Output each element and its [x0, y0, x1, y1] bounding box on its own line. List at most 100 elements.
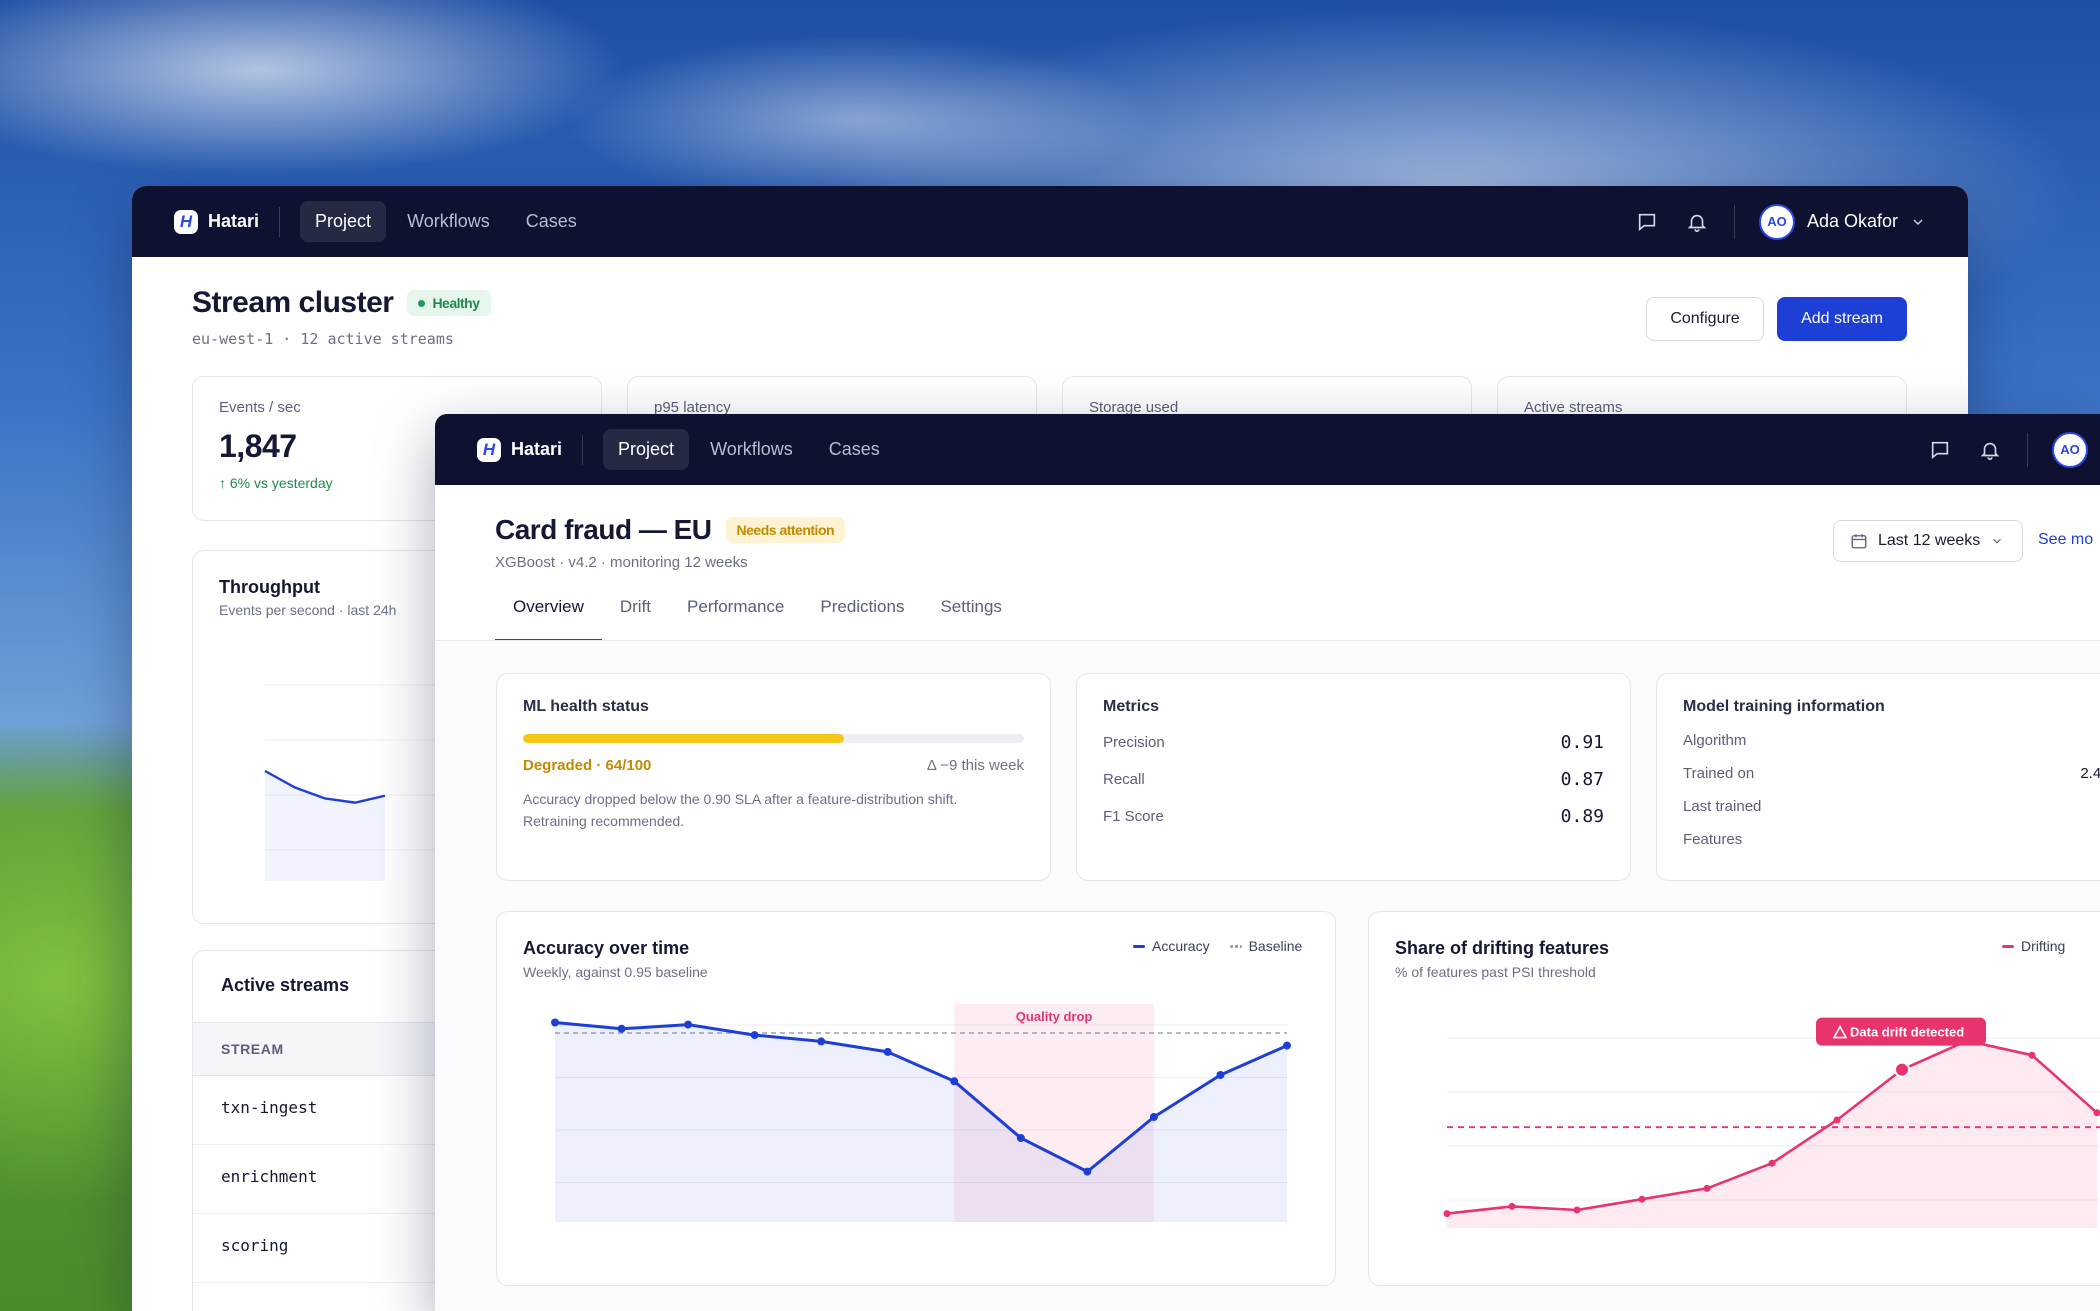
add-stream-button[interactable]: Add stream	[1777, 297, 1907, 341]
tab-settings[interactable]: Settings	[922, 597, 1019, 642]
nav-divider	[279, 206, 281, 237]
drift-chart-card: Share of drifting features % of features…	[1368, 911, 2100, 1286]
accuracy-legend: Accuracy Baseline	[1133, 938, 1302, 954]
accuracy-chart: Quality drop	[551, 1004, 1291, 1222]
tab-performance[interactable]: Performance	[669, 597, 802, 642]
brand-name: Hatari	[208, 211, 260, 231]
nav-project[interactable]: Project	[300, 201, 387, 242]
calendar-icon	[1851, 534, 1867, 549]
drift-detected-label: Data drift detected	[1850, 1025, 1964, 1040]
drift-detected-marker	[1894, 1061, 1910, 1078]
brand-name: Hatari	[511, 439, 563, 459]
chat-icon[interactable]	[1634, 209, 1660, 235]
top-navigation-bar: H Hatari Project Workflows Cases AO	[435, 414, 2100, 485]
drift-point	[2028, 1051, 2036, 1059]
metric-row-precision: Precision 0.91	[1103, 724, 1604, 761]
bell-icon[interactable]	[1977, 437, 2003, 463]
tab-bar: Overview Drift Performance Predictions S…	[495, 597, 1020, 642]
tab-predictions[interactable]: Predictions	[802, 597, 922, 642]
topbar-divider	[2027, 432, 2028, 467]
date-range-value: Last 12 weeks	[1878, 532, 1981, 549]
legend-swatch	[1229, 944, 1242, 948]
throughput-area	[265, 771, 385, 881]
training-label: Last trained	[1683, 798, 1762, 815]
accuracy-point	[1083, 1167, 1092, 1176]
nav-project[interactable]: Project	[603, 429, 690, 470]
page-title: Stream cluster	[192, 286, 394, 319]
page-title: Card fraud — EU	[495, 514, 712, 545]
date-range-select[interactable]: Last 12 weeks	[1833, 520, 2023, 562]
status-badge: Needs attention	[725, 517, 846, 543]
drift-chart-subtitle: % of features past PSI threshold	[1395, 964, 1596, 980]
legend-label: Accuracy	[1152, 938, 1210, 954]
drift-point	[1443, 1210, 1451, 1218]
accuracy-point	[883, 1047, 892, 1056]
training-row-trained-on: Trained on 2.4M tr	[1683, 757, 2100, 790]
drift-point	[1768, 1159, 1776, 1167]
brand[interactable]: H Hatari	[477, 437, 563, 462]
drift-point	[1508, 1202, 1516, 1210]
training-row-features: Features	[1683, 823, 2100, 856]
user-name: Ada Okafor	[1806, 211, 1898, 231]
health-progress-bar	[523, 734, 1024, 743]
accuracy-point	[1016, 1134, 1025, 1142]
bell-icon[interactable]	[1684, 209, 1710, 235]
health-progress-fill	[523, 734, 844, 743]
training-label: Trained on	[1683, 765, 1755, 782]
configure-button[interactable]: Configure	[1646, 297, 1764, 341]
card-fraud-window: H Hatari Project Workflows Cases AO Card…	[435, 414, 2100, 1311]
accuracy-chart-title: Accuracy over time	[523, 938, 690, 958]
training-label: Features	[1683, 831, 1743, 848]
accuracy-point	[750, 1031, 759, 1040]
page-header: Stream cluster Healthy eu-west-1 · 12 ac…	[192, 286, 491, 348]
avatar[interactable]: AO	[2052, 431, 2088, 468]
metric-value: 0.91	[1560, 732, 1604, 753]
topbar-actions: AO	[1927, 431, 2088, 468]
topbar-divider	[1733, 204, 1735, 239]
brand[interactable]: H Hatari	[174, 209, 260, 234]
ml-health-title: ML health status	[523, 698, 649, 715]
status-badge: Healthy	[407, 290, 491, 316]
metrics-title: Metrics	[1103, 698, 1160, 715]
drift-point	[1573, 1206, 1581, 1214]
metric-value: 0.87	[1560, 769, 1604, 790]
nav-cases[interactable]: Cases	[814, 429, 895, 470]
health-delta: Δ −9 this week	[926, 757, 1024, 774]
training-title: Model training information	[1683, 698, 1885, 715]
metric-row-recall: Recall 0.87	[1103, 761, 1604, 798]
chat-icon[interactable]	[1927, 437, 1953, 463]
nav-cases[interactable]: Cases	[511, 201, 592, 242]
tab-overview[interactable]: Overview	[495, 597, 602, 642]
training-value: 2.4M tr	[2080, 765, 2100, 782]
topbar-actions: AO Ada Okafor	[1634, 203, 1926, 240]
metric-label: F1 Score	[1103, 808, 1164, 825]
nav-workflows[interactable]: Workflows	[695, 429, 808, 470]
page-header: Card fraud — EU Needs attention XGBoost …	[495, 514, 846, 571]
page-subtitle: XGBoost · v4.2 · monitoring 12 weeks	[495, 554, 748, 571]
see-more-link[interactable]: See mo	[2038, 531, 2093, 549]
drift-chart: Data drift detected	[1443, 1017, 2100, 1228]
drift-legend: Drifting	[2002, 938, 2065, 954]
drift-chart-title: Share of drifting features	[1395, 938, 1610, 958]
metric-value: 0.89	[1560, 806, 1604, 827]
nav-workflows[interactable]: Workflows	[392, 201, 505, 242]
training-row-last-trained: Last trained 0(	[1683, 790, 2100, 823]
hatari-logo-icon: H	[174, 209, 198, 234]
accuracy-point	[817, 1037, 826, 1046]
model-training-card: Model training information Algorithm Tra…	[1656, 673, 2100, 881]
legend-swatch	[1133, 944, 1145, 948]
legend-label: Drifting	[2021, 938, 2066, 954]
training-label: Algorithm	[1683, 732, 1747, 749]
nav-divider	[582, 434, 584, 465]
avatar: AO	[1758, 203, 1795, 240]
legend-accuracy: Accuracy	[1133, 938, 1210, 954]
chevron-down-icon	[1993, 538, 2002, 544]
metric-label: Recall	[1103, 771, 1145, 788]
training-row-algorithm: Algorithm	[1683, 724, 2100, 757]
health-status: Degraded · 64/100	[523, 757, 652, 774]
tab-drift[interactable]: Drift	[602, 597, 669, 642]
legend-drifting: Drifting	[2002, 938, 2065, 954]
user-menu[interactable]: AO Ada Okafor	[1758, 203, 1926, 240]
legend-label: Baseline	[1248, 938, 1303, 954]
status-badge-label: Healthy	[432, 295, 480, 311]
